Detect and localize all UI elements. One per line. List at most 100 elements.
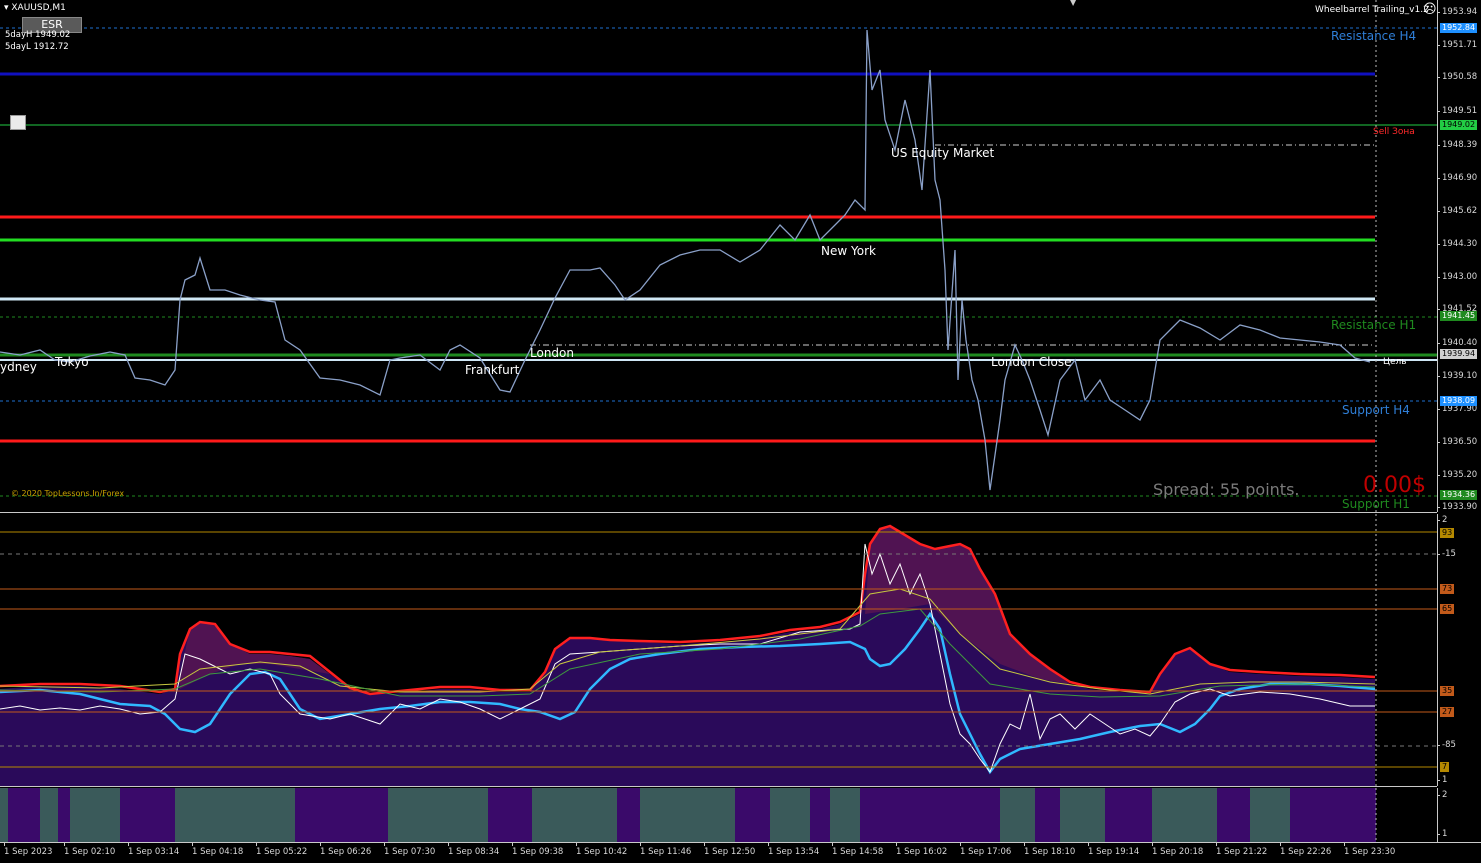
osc-label-65: 65 [1440, 604, 1455, 614]
time-tick: 1 Sep 19:14 [1088, 843, 1140, 857]
osc-label-27: 27 [1440, 707, 1455, 717]
price-tick: 1940.40 [1436, 338, 1478, 348]
price-tick: 1951.71 [1436, 40, 1478, 50]
time-tick: 1 Sep 06:26 [320, 843, 372, 857]
frankfurt-label: Frankfurt [465, 363, 520, 377]
price-tick: 1935.20 [1436, 470, 1478, 480]
time-tick: 1 Sep 09:38 [512, 843, 564, 857]
time-tick: 1 Sep 2023 [4, 843, 53, 857]
histogram-bar [1060, 788, 1105, 842]
osc-label-35: 35 [1440, 686, 1455, 696]
oscillator-canvas [0, 514, 1437, 786]
sydney-label: ydney [0, 360, 37, 374]
profit-label: 0.00$ [1363, 473, 1426, 498]
scroll-marker-icon[interactable]: ▼ [1070, 0, 1078, 7]
price-chart-canvas [0, 0, 1437, 512]
histogram-bar [0, 788, 8, 842]
time-tick: 1 Sep 20:18 [1152, 843, 1204, 857]
time-tick: 1 Sep 16:02 [896, 843, 948, 857]
time-tick: 1 Sep 04:18 [192, 843, 244, 857]
histogram-bar [1250, 788, 1290, 842]
chart-object-box[interactable] [10, 115, 26, 130]
histogram-canvas [0, 788, 1377, 842]
symbol-label: ▾ XAUUSD,M1 [4, 3, 66, 13]
histogram-bar [640, 788, 735, 842]
histogram-bar [175, 788, 295, 842]
price-tick: 1950.58 [1436, 72, 1478, 82]
time-tick: 1 Sep 02:10 [64, 843, 116, 857]
price-chart-pane[interactable]: ▾ XAUUSD,M1 ESR 5dayH 1949.02 5dayL 1912… [0, 0, 1437, 513]
price-tick: 1939.10 [1436, 371, 1478, 381]
price-label-support-h1: 1934.36 [1440, 490, 1478, 500]
time-tick: 1 Sep 23:30 [1344, 843, 1396, 857]
time-tick: 1 Sep 21:22 [1216, 843, 1268, 857]
histogram-pane[interactable] [0, 788, 1437, 842]
support-h4-label: Support H4 [1342, 403, 1410, 417]
histogram-tick: 1 [1436, 829, 1448, 839]
time-axis[interactable]: 1 Sep 2023 1 Sep 02:10 1 Sep 03:14 1 Sep… [0, 842, 1481, 863]
time-tick: 1 Sep 18:10 [1024, 843, 1076, 857]
time-tick: 1 Sep 07:30 [384, 843, 436, 857]
target-label: Цель [1383, 357, 1407, 367]
resistance-h1-label: Resistance H1 [1331, 318, 1417, 332]
ea-smiley-icon: ☹ [1423, 2, 1437, 17]
time-tick: 1 Sep 08:34 [448, 843, 500, 857]
histogram-bar [1000, 788, 1035, 842]
histogram-bar [770, 788, 810, 842]
time-tick: 1 Sep 11:46 [640, 843, 692, 857]
london-close-label: London Close [991, 355, 1072, 369]
copyright-label: © 2020 TopLessons.In/Forex [11, 489, 125, 498]
osc-tick: -15 [1437, 549, 1456, 559]
spread-label: Spread: 55 points. [1153, 480, 1300, 499]
price-tick: 1948.39 [1436, 140, 1478, 150]
tokyo-label: Tokyo [55, 355, 89, 369]
price-label-bid: 1939.94 [1440, 349, 1478, 359]
sell-zone-label: Sell Зона [1373, 127, 1415, 137]
price-tick: 1953.94 [1436, 7, 1478, 17]
london-label: London [530, 346, 574, 360]
price-label-resistance-h4: 1952.84 [1440, 23, 1478, 33]
histogram-bar [40, 788, 58, 842]
five-day-low: 5dayL 1912.72 [5, 42, 69, 52]
price-tick: 1944.30 [1436, 239, 1478, 249]
price-tick: 1946.90 [1436, 173, 1478, 183]
osc-label-93: 93 [1440, 528, 1455, 538]
histogram-bar [70, 788, 120, 842]
histogram-bar [388, 788, 488, 842]
histogram-axis[interactable]: 2 1 [1436, 788, 1481, 842]
time-tick: 1 Sep 05:22 [256, 843, 308, 857]
histogram-bar [532, 788, 617, 842]
support-h1-label: Support H1 [1342, 497, 1410, 511]
price-tick: 1933.90 [1436, 502, 1478, 512]
price-line [0, 29, 1371, 491]
price-axis[interactable]: 1953.94 1951.71 1950.58 1949.51 1948.39 … [1436, 0, 1481, 512]
us-equity-label: US Equity Market [891, 146, 995, 160]
oscillator-pane[interactable] [0, 514, 1437, 787]
osc-tick: 1 [1436, 775, 1448, 785]
ea-name: Wheelbarrel Trailing_v1.2 [1315, 5, 1429, 15]
time-tick: 1 Sep 03:14 [128, 843, 180, 857]
time-tick: 1 Sep 10:42 [576, 843, 628, 857]
time-tick: 1 Sep 14:58 [832, 843, 884, 857]
five-day-high: 5dayH 1949.02 [5, 30, 71, 40]
resistance-h4-label: Resistance H4 [1331, 29, 1417, 43]
osc-label-73: 73 [1440, 584, 1455, 594]
price-label-support-h4: 1938.09 [1440, 396, 1478, 406]
osc-tick: 2 [1436, 515, 1448, 525]
price-tick: 1949.51 [1436, 106, 1478, 116]
oscillator-axis[interactable]: 2 -15 -85 1 93 73 65 35 27 7 [1436, 514, 1481, 786]
histogram-bar [1152, 788, 1217, 842]
price-tick: 1945.62 [1436, 206, 1478, 216]
price-label-sell-zone: 1949.02 [1440, 120, 1478, 130]
time-tick: 1 Sep 13:54 [768, 843, 820, 857]
time-tick: 1 Sep 12:50 [704, 843, 756, 857]
histogram-tick: 2 [1436, 790, 1448, 800]
new-york-label: New York [821, 244, 876, 258]
price-label-resistance-h1: 1941.45 [1440, 311, 1478, 321]
symbol-text: XAUUSD,M1 [11, 3, 66, 13]
osc-tick: -85 [1437, 740, 1456, 750]
osc-label-7: 7 [1440, 762, 1450, 772]
time-tick: 1 Sep 17:06 [960, 843, 1012, 857]
price-tick: 1943.00 [1436, 272, 1478, 282]
time-tick: 1 Sep 22:26 [1280, 843, 1332, 857]
